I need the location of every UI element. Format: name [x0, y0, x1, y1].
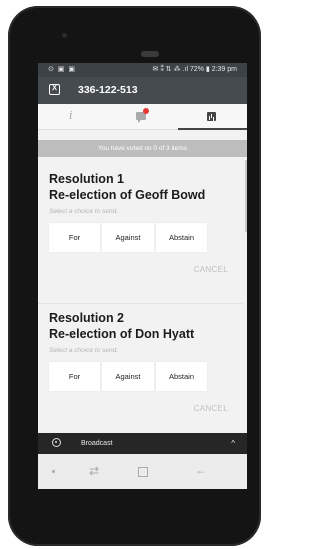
tab-bar: i — [38, 104, 247, 130]
vote-abstain-button[interactable]: Abstain — [156, 223, 207, 252]
cancel-button[interactable]: CANCEL — [194, 265, 228, 274]
choice-hint: Select a choice to send. — [49, 347, 119, 354]
vote-status-banner: You have voted on 0 of 3 items — [38, 140, 247, 157]
broadcast-label: Broadcast — [81, 440, 113, 447]
earpiece-speaker — [141, 51, 159, 57]
broadcast-icon — [52, 438, 61, 447]
app-bar: Ⅹ 336-122-513 — [38, 77, 247, 104]
vote-against-button[interactable]: Against — [102, 362, 154, 391]
broadcast-bar[interactable]: Broadcast ^ — [38, 433, 247, 454]
status-left-icons: ⊙ ▣ ▣ — [48, 66, 76, 73]
app-logo-icon: Ⅹ — [49, 84, 60, 95]
status-right-info: ✉ ⁑ ⇅ ⁂ .ıl 72% ▮ 2:39 pm — [152, 66, 237, 73]
vote-for-button[interactable]: For — [49, 223, 100, 252]
nav-dot-icon[interactable] — [52, 470, 55, 473]
scrollbar[interactable] — [245, 160, 247, 232]
tab-messages[interactable] — [108, 104, 177, 129]
home-icon[interactable] — [138, 467, 148, 477]
resolution-subtitle: Re-election of Geoff Bowd — [49, 188, 206, 202]
vote-against-button[interactable]: Against — [102, 223, 154, 252]
info-icon: i — [69, 109, 73, 122]
app-screen: ⊙ ▣ ▣ ✉ ⁑ ⇅ ⁂ .ıl 72% ▮ 2:39 pm Ⅹ 336-12… — [38, 63, 247, 489]
back-icon[interactable]: ← — [195, 463, 207, 477]
resolution-card: Resolution 2 Re-election of Don Hyatt Se… — [38, 303, 243, 427]
android-nav-bar: ⇄ ← — [38, 454, 247, 489]
vote-for-button[interactable]: For — [49, 362, 100, 391]
tab-voting[interactable] — [178, 104, 247, 130]
choice-hint: Select a choice to send. — [49, 208, 119, 215]
meeting-id-title: 336-122-513 — [78, 84, 138, 96]
tab-info[interactable]: i — [38, 104, 107, 129]
vote-abstain-button[interactable]: Abstain — [156, 362, 207, 391]
cancel-button[interactable]: CANCEL — [194, 404, 228, 413]
chart-icon — [207, 112, 216, 121]
notification-dot — [143, 108, 149, 114]
status-bar: ⊙ ▣ ▣ ✉ ⁑ ⇅ ⁂ .ıl 72% ▮ 2:39 pm — [38, 63, 247, 77]
front-camera — [62, 33, 67, 38]
resolution-title: Resolution 2 — [49, 311, 125, 325]
resolution-card: Resolution 1 Re-election of Geoff Bowd S… — [38, 165, 243, 288]
resolution-title: Resolution 1 — [49, 172, 125, 186]
resolution-subtitle: Re-election of Don Hyatt — [49, 327, 195, 341]
chevron-up-icon[interactable]: ^ — [231, 433, 235, 454]
recent-apps-icon[interactable]: ⇄ — [89, 464, 99, 478]
